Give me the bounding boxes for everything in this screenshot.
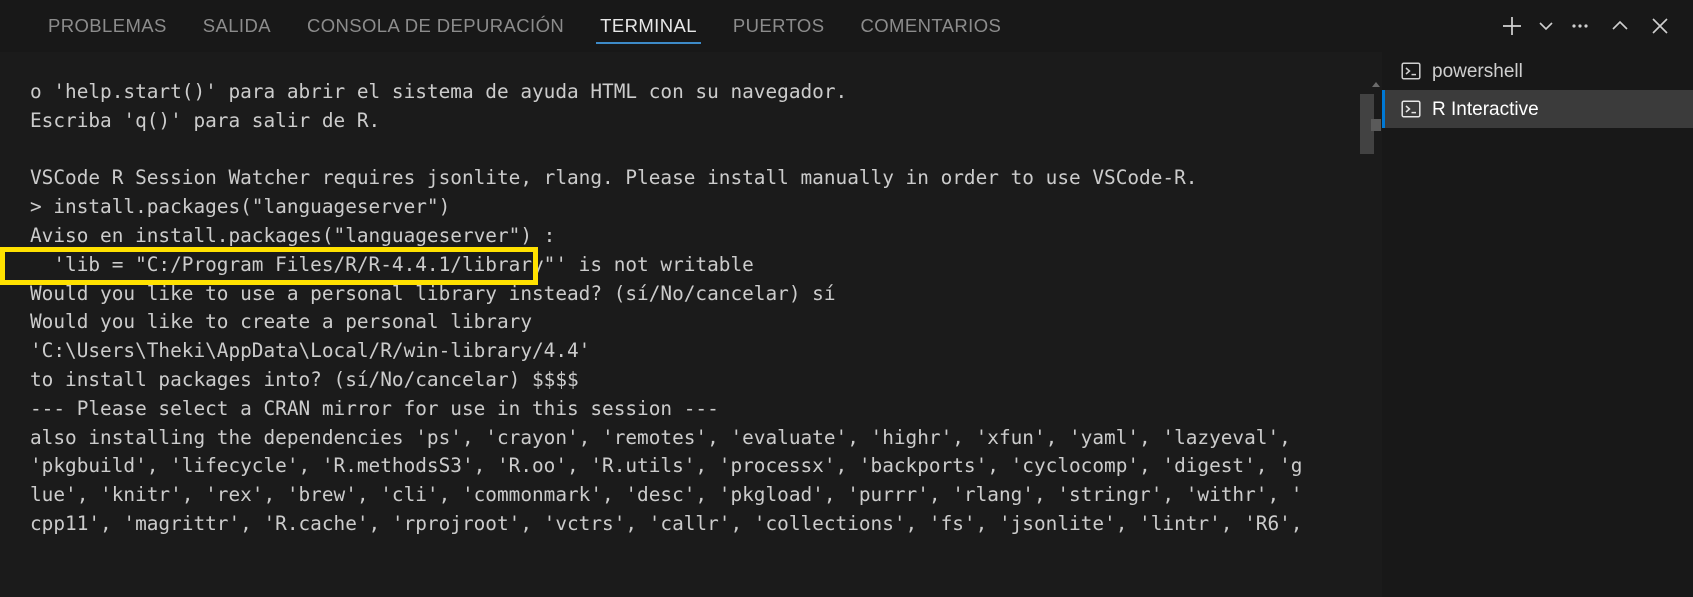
- terminal-line: 'lib = "C:/Program Files/R/R-4.4.1/libra…: [30, 252, 754, 276]
- terminal-line: VSCode R Session Watcher requires jsonli…: [30, 166, 1198, 190]
- terminal-line: to install packages into? (sí/No/cancela…: [30, 367, 579, 391]
- tab-problemas[interactable]: PROBLEMAS: [30, 0, 185, 52]
- terminal-profile-dropdown-button[interactable]: [1533, 7, 1559, 45]
- new-terminal-button[interactable]: [1493, 7, 1531, 45]
- terminal-line: Would you like to use a personal library…: [30, 281, 836, 305]
- tab-comentarios[interactable]: COMENTARIOS: [842, 0, 1019, 52]
- terminal-line: lue', 'knitr', 'rex', 'brew', 'cli', 'co…: [30, 483, 1303, 507]
- maximize-panel-button[interactable]: [1601, 7, 1639, 45]
- terminal-list-item-label: R Interactive: [1432, 98, 1539, 120]
- panel-tab-bar: PROBLEMAS SALIDA CONSOLA DE DEPURACIÓN T…: [0, 0, 1693, 52]
- terminal-line: Would you like to create a personal libr…: [30, 310, 532, 334]
- terminal-line: cpp11', 'magrittr', 'R.cache', 'rprojroo…: [30, 511, 1303, 535]
- terminal-text: o 'help.start()' para abrir el sistema d…: [0, 52, 1382, 539]
- terminal-line: > install.packages("languageserver"): [30, 195, 451, 219]
- terminal-line: 'C:\Users\Theki\AppData\Local/R/win-libr…: [30, 339, 591, 363]
- terminal-line: 'pkgbuild', 'lifecycle', 'R.methodsS3', …: [30, 454, 1303, 478]
- terminal-list-scrollbar-thumb[interactable]: [1371, 119, 1381, 131]
- terminal-line: Aviso en install.packages("languageserve…: [30, 223, 556, 247]
- terminal-list-scrollbar[interactable]: [1370, 52, 1382, 597]
- terminal-icon: [1400, 60, 1422, 82]
- tab-label: PROBLEMAS: [48, 15, 167, 36]
- tab-label: COMENTARIOS: [860, 15, 1002, 36]
- tab-label: TERMINAL: [600, 15, 697, 36]
- tab-label: SALIDA: [202, 15, 271, 36]
- tab-label: CONSOLA DE DEPURACIÓN: [306, 15, 565, 36]
- scroll-up-arrow-icon[interactable]: [1372, 82, 1380, 87]
- panel-more-actions-button[interactable]: [1561, 7, 1599, 45]
- panel-tabs: PROBLEMAS SALIDA CONSOLA DE DEPURACIÓN T…: [0, 0, 1019, 52]
- tab-terminal[interactable]: TERMINAL: [582, 0, 715, 52]
- tab-consola-de-depuracion[interactable]: CONSOLA DE DEPURACIÓN: [289, 0, 582, 52]
- terminal-line: o 'help.start()' para abrir el sistema d…: [30, 80, 848, 103]
- terminal-list-item-r-interactive[interactable]: R Interactive: [1382, 90, 1693, 128]
- terminal-icon: [1400, 98, 1422, 120]
- tab-label: PUERTOS: [732, 15, 825, 36]
- terminal-line: --- Please select a CRAN mirror for use …: [30, 396, 719, 420]
- tab-puertos[interactable]: PUERTOS: [715, 0, 843, 52]
- close-panel-button[interactable]: [1641, 7, 1679, 45]
- panel-action-buttons: [1493, 0, 1679, 52]
- terminal-output-area[interactable]: o 'help.start()' para abrir el sistema d…: [0, 52, 1382, 597]
- terminal-list-item-powershell[interactable]: powershell: [1382, 52, 1693, 90]
- terminal-line: also installing the dependencies 'ps', '…: [30, 425, 1291, 449]
- terminal-tabs-list: powershell R Interactive: [1371, 52, 1693, 597]
- tab-salida[interactable]: SALIDA: [185, 0, 289, 52]
- terminal-list-item-label: powershell: [1432, 60, 1523, 82]
- terminal-line: Escriba 'q()' para salir de R.: [30, 108, 381, 132]
